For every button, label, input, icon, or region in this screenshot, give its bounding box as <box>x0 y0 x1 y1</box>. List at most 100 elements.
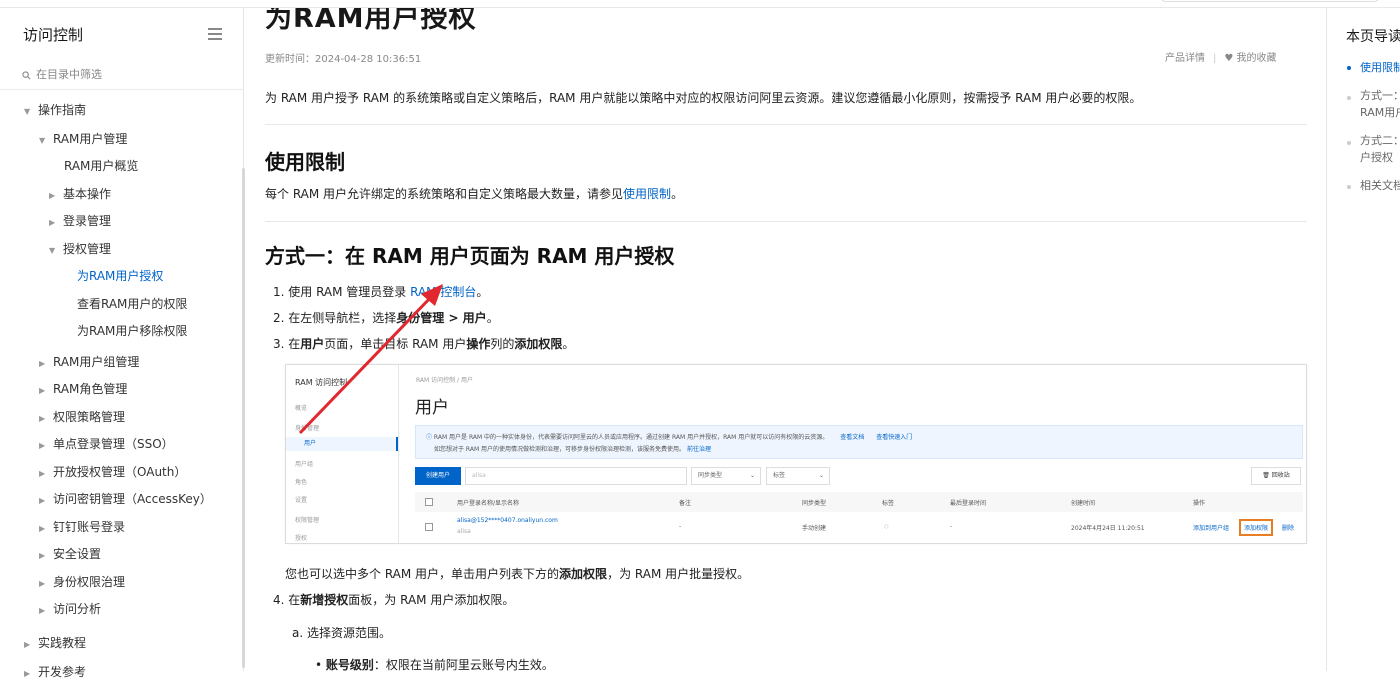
delete-link: 删除 <box>1282 525 1295 532</box>
text: 每个 RAM 用户允许绑定的系统策略和自定义策略最大数量，请参见 <box>265 187 624 201</box>
sidebar-item-accesskey[interactable]: ▶ 访问密钥管理（AccessKey） <box>39 490 212 507</box>
console-nav-item: 身份管理 <box>295 425 320 432</box>
toc-item-method2-cont[interactable]: 户授权 <box>1360 149 1393 166</box>
divider <box>0 89 243 90</box>
chevron-down-icon: ⌄ <box>818 472 824 479</box>
toc-item-method2[interactable]: 方式二： <box>1360 132 1400 149</box>
text: 您也可以选中多个 RAM 用户，单击用户列表下方的 <box>285 567 560 581</box>
toc-bullet <box>1347 96 1351 100</box>
chevron-right-icon: ▶ <box>24 669 31 678</box>
step-4: 4. 在新增授权面板，为 RAM 用户添加权限。 <box>273 591 514 608</box>
sidebar-item-label: 权限策略管理 <box>53 410 126 424</box>
notice-link: 查看快速入门 <box>876 434 913 441</box>
button-label: 回收站 <box>1271 472 1290 479</box>
console-table-header: 用户登录名称/显示名称 备注 同步类型 标签 最后登录时间 创建时间 操作 <box>415 492 1303 512</box>
chevron-right-icon: ▶ <box>39 386 46 395</box>
sidebar-item-label: 安全设置 <box>53 547 102 561</box>
sidebar-item-role[interactable]: ▶ RAM角色管理 <box>39 380 127 397</box>
console-screenshot: RAM 访问控制 概览 身份管理 用户 用户组 角色 设置 权限管理 授权 RA… <box>285 364 1307 544</box>
text: 。 <box>671 187 684 201</box>
sidebar-item-oauth[interactable]: ▶ 开放授权管理（OAuth） <box>39 463 186 480</box>
tag-icon: ◇ <box>884 523 889 530</box>
sidebar-item-label: 单点登录管理（SSO） <box>53 437 174 451</box>
user-login-name: alisa@152****0407.onaliyun.com <box>457 517 558 524</box>
sidebar-item-policy[interactable]: ▶ 权限策略管理 <box>39 408 125 425</box>
console-notice: ⓘ RAM 用户是 RAM 中的一种实体身份，代表需要访问阿里云的人员或应用程序… <box>415 425 1303 459</box>
chevron-right-icon: ▶ <box>39 524 46 533</box>
toc-item-method1-cont[interactable]: RAM用户 <box>1360 104 1400 121</box>
sidebar-item-sso[interactable]: ▶ 单点登录管理（SSO） <box>39 435 174 452</box>
sidebar-item-grant-ram-user[interactable]: 为RAM用户授权 <box>77 267 163 284</box>
console-page-title: 用户 <box>415 398 449 418</box>
page-title: 为RAM用户授权 <box>265 8 477 34</box>
divider <box>265 124 1307 125</box>
chevron-down-icon: ⌄ <box>749 472 755 479</box>
console-nav-item: 设置 <box>295 497 308 504</box>
bold-text: 用户 <box>300 337 325 351</box>
limits-link[interactable]: 使用限制 <box>623 187 671 201</box>
column-header: 操作 <box>1193 500 1206 507</box>
console-search-input: alisa <box>465 467 687 485</box>
product-detail-link[interactable]: 产品详情 <box>1165 53 1205 64</box>
article-actions: 产品详情 | ♥ 我的收藏 <box>1165 53 1277 64</box>
sidebar-item-label: RAM用户概览 <box>64 159 139 173</box>
toc-item-related[interactable]: 相关文档 <box>1360 177 1400 194</box>
sidebar-item-remove-permissions[interactable]: 为RAM用户移除权限 <box>77 322 187 339</box>
add-permission-highlight: 添加权限 <box>1239 519 1274 536</box>
notice-link: 查看文档 <box>840 434 865 441</box>
chevron-right-icon: ▶ <box>39 414 46 423</box>
sidebar-item-view-permissions[interactable]: 查看RAM用户的权限 <box>77 295 187 312</box>
toc-item-limits[interactable]: 使用限制 <box>1360 59 1400 76</box>
sidebar-item-user-group[interactable]: ▶ RAM用户组管理 <box>39 353 139 370</box>
text: 页面，单击目标 RAM 用户 <box>324 337 467 351</box>
ram-console-link[interactable]: RAM 控制台 <box>410 285 476 299</box>
sidebar-item-ram-overview[interactable]: RAM用户概览 <box>64 157 138 174</box>
sidebar-item-auth-mgmt[interactable]: ▼ 授权管理 <box>49 240 111 257</box>
checkbox <box>425 523 433 531</box>
text: 面板，为 RAM 用户添加权限。 <box>348 593 515 607</box>
favorite-link[interactable]: 我的收藏 <box>1237 53 1277 64</box>
text: 4. 在 <box>273 593 301 607</box>
sidebar-item-access-analysis[interactable]: ▶ 访问分析 <box>39 600 101 617</box>
sidebar-search[interactable]: 在目录中筛选 <box>22 66 102 82</box>
column-header: 用户登录名称/显示名称 <box>457 500 520 507</box>
sidebar-item-label: 开发参考 <box>38 665 87 679</box>
text: 。 <box>476 285 489 299</box>
toc-item-method1[interactable]: 方式一：在 <box>1360 87 1400 104</box>
sidebar-item-label: 操作指南 <box>38 103 87 117</box>
recycle-bin-button: 🗑 回收站 <box>1251 467 1301 485</box>
article: 为RAM用户授权 更新时间：2024-04-28 10:36:51 产品详情 | ♥… <box>245 8 1325 671</box>
info-icon: ⓘ <box>426 434 434 441</box>
chevron-right-icon: ▶ <box>49 218 56 227</box>
console-nav-item: 授权 <box>295 535 308 542</box>
heart-icon[interactable]: ♥ <box>1224 53 1233 64</box>
text: 1. 使用 RAM 管理员登录 <box>273 285 411 299</box>
chevron-right-icon: ▶ <box>39 579 46 588</box>
sidebar-item-ram-user-mgmt[interactable]: ▼ RAM用户管理 <box>39 130 127 147</box>
sidebar-item-label: RAM用户管理 <box>53 132 128 146</box>
sidebar-item-dingtalk[interactable]: ▶ 钉钉账号登录 <box>39 518 125 535</box>
sidebar-item-security[interactable]: ▶ 安全设置 <box>39 545 101 562</box>
sidebar-item-tutorials[interactable]: ▶ 实践教程 <box>24 634 86 651</box>
sidebar-item-basic-ops[interactable]: ▶ 基本操作 <box>49 185 111 202</box>
toc-title: 本页导读 <box>1346 29 1400 45</box>
bullet: • <box>315 658 326 671</box>
menu-icon[interactable] <box>208 28 222 40</box>
chevron-right-icon: ▶ <box>39 469 46 478</box>
text: ：权限在当前阿里云账号内生效。 <box>373 658 554 671</box>
user-note: - <box>679 523 682 530</box>
sidebar-item-label: RAM角色管理 <box>53 382 128 396</box>
sidebar-item-governance[interactable]: ▶ 身份权限治理 <box>39 573 125 590</box>
sidebar-item-label: 查看RAM用户的权限 <box>77 297 188 311</box>
text: 。 <box>486 311 499 325</box>
sidebar-item-login-mgmt[interactable]: ▶ 登录管理 <box>49 212 111 229</box>
sidebar-search-placeholder: 在目录中筛选 <box>36 68 102 81</box>
chevron-right-icon: ▶ <box>39 551 46 560</box>
top-bar <box>0 0 1400 8</box>
step-1: 1. 使用 RAM 管理员登录 RAM 控制台。 <box>273 283 488 300</box>
top-search-pill[interactable] <box>1160 0 1380 2</box>
sidebar-item-dev-ref[interactable]: ▶ 开发参考 <box>24 663 86 680</box>
doc-sidebar: 访问控制 在目录中筛选 ▼ 操作指南 ▼ RAM用户管理 RAM用户概览 ▶ 基本操作… <box>0 8 245 679</box>
sidebar-item-guide[interactable]: ▼ 操作指南 <box>24 101 86 118</box>
chevron-right-icon: ▶ <box>49 191 56 200</box>
